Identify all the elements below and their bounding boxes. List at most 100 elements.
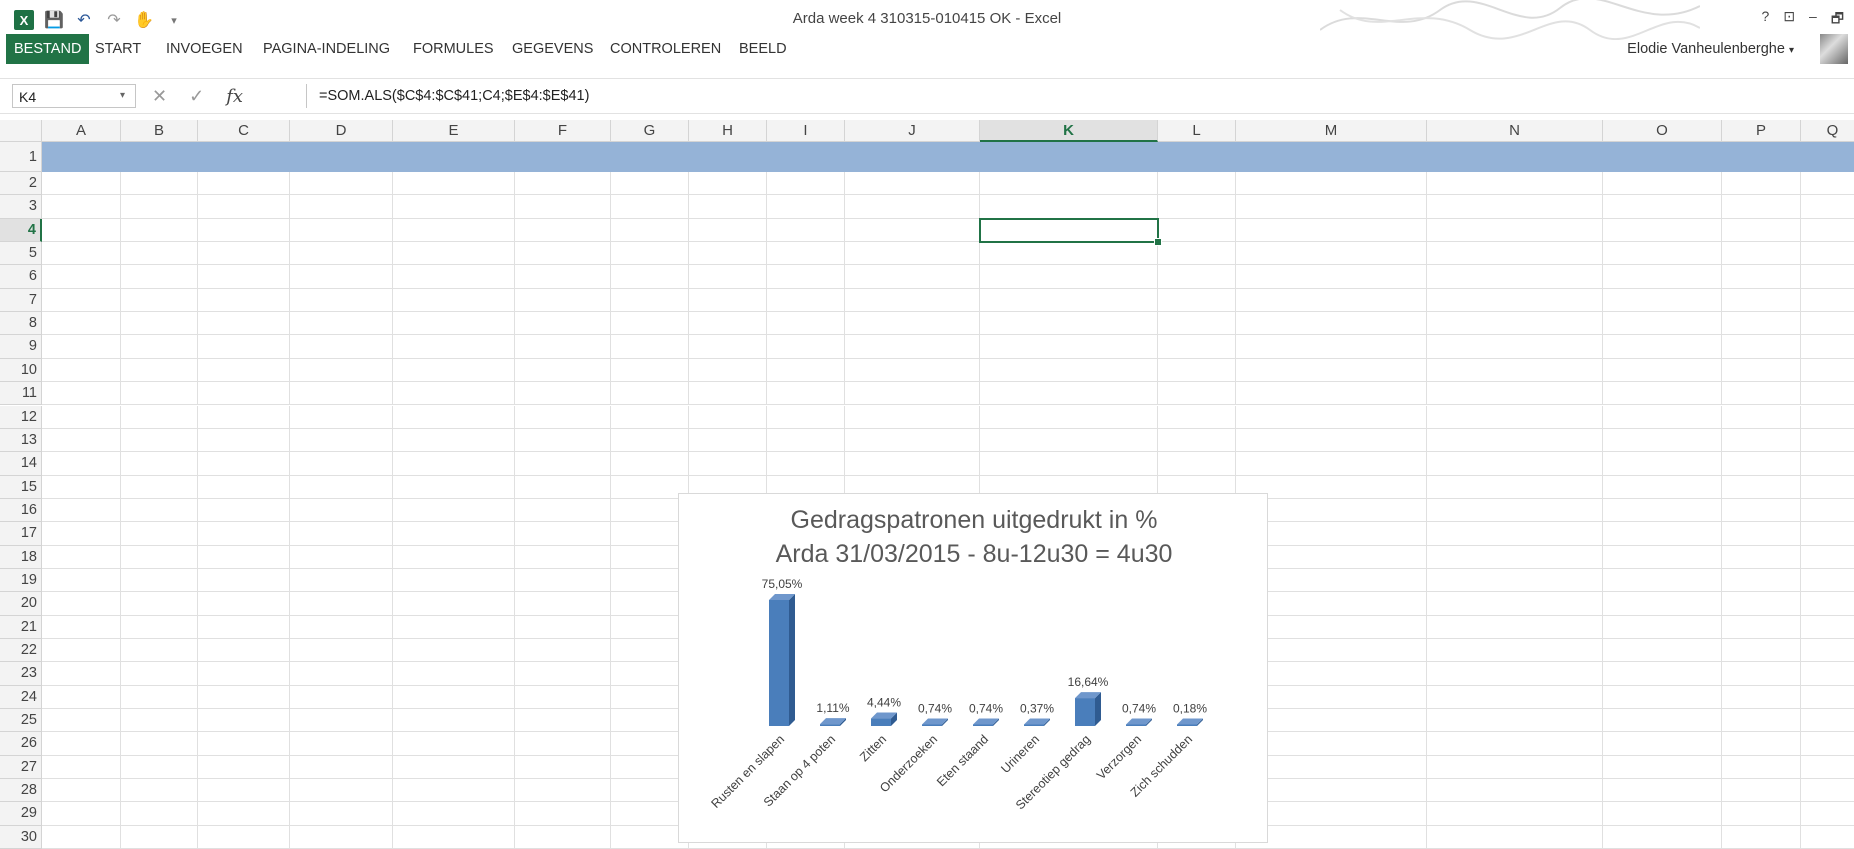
cell[interactable] bbox=[198, 732, 290, 756]
table-cell[interactable] bbox=[1236, 359, 1427, 382]
cell[interactable] bbox=[515, 639, 611, 663]
table-cell[interactable] bbox=[845, 242, 980, 265]
table-cell[interactable] bbox=[42, 429, 121, 452]
table-cell[interactable] bbox=[1722, 359, 1801, 382]
cell[interactable] bbox=[42, 802, 121, 826]
cell[interactable] bbox=[198, 592, 290, 616]
table-cell[interactable] bbox=[42, 265, 121, 288]
cell[interactable] bbox=[1801, 569, 1854, 593]
table-cell[interactable] bbox=[121, 476, 198, 499]
cell[interactable] bbox=[767, 218, 845, 243]
cell[interactable] bbox=[1427, 522, 1603, 546]
table-cell[interactable] bbox=[1722, 406, 1801, 429]
cell[interactable] bbox=[767, 335, 845, 359]
column-header-f[interactable]: F bbox=[515, 120, 611, 142]
table-cell[interactable] bbox=[290, 219, 393, 242]
user-account[interactable]: Elodie Vanheulenberghe ▾ bbox=[1627, 41, 1794, 57]
table-cell[interactable] bbox=[198, 429, 290, 452]
cell[interactable] bbox=[1427, 662, 1603, 686]
cell[interactable] bbox=[1801, 265, 1854, 289]
cell[interactable] bbox=[689, 265, 767, 289]
cell[interactable] bbox=[1427, 452, 1603, 476]
name-box[interactable]: K4 bbox=[12, 84, 136, 108]
table-cell[interactable] bbox=[980, 382, 1158, 405]
cell[interactable] bbox=[393, 172, 515, 196]
tab-gegevens[interactable]: GEGEVENS bbox=[504, 34, 601, 64]
table-cell[interactable] bbox=[393, 312, 515, 335]
cell[interactable] bbox=[42, 615, 121, 639]
cell[interactable] bbox=[1722, 709, 1801, 733]
column-header-o[interactable]: O bbox=[1603, 120, 1722, 142]
row-header-26[interactable]: 26 bbox=[0, 732, 42, 756]
cell[interactable] bbox=[767, 172, 845, 196]
table-cell[interactable] bbox=[290, 476, 393, 499]
column-header-j[interactable]: J bbox=[845, 120, 980, 142]
cell[interactable] bbox=[1427, 825, 1603, 849]
minimize-icon[interactable]: – bbox=[1809, 8, 1817, 32]
cell[interactable] bbox=[1722, 779, 1801, 803]
cell[interactable] bbox=[42, 639, 121, 663]
cell[interactable] bbox=[1603, 825, 1722, 849]
enter-icon[interactable]: ✓ bbox=[189, 86, 204, 107]
table-cell[interactable] bbox=[393, 242, 515, 265]
column-label[interactable] bbox=[121, 195, 198, 218]
cell[interactable] bbox=[611, 195, 689, 219]
cell[interactable] bbox=[198, 522, 290, 546]
cell[interactable] bbox=[1603, 195, 1722, 219]
cell-e19[interactable] bbox=[393, 569, 515, 592]
column-header-p[interactable]: P bbox=[1722, 120, 1801, 142]
table-cell[interactable] bbox=[845, 406, 980, 429]
cell[interactable] bbox=[1801, 406, 1854, 429]
cell[interactable] bbox=[1427, 358, 1603, 383]
table-cell[interactable] bbox=[198, 265, 290, 288]
cell[interactable] bbox=[515, 592, 611, 616]
cell[interactable] bbox=[198, 709, 290, 733]
table-cell[interactable] bbox=[1603, 359, 1722, 382]
table-cell[interactable] bbox=[42, 219, 121, 242]
table-cell[interactable] bbox=[980, 219, 1158, 242]
cell[interactable] bbox=[1158, 452, 1236, 476]
cell[interactable] bbox=[121, 568, 198, 593]
row-header-4[interactable]: 4 bbox=[0, 218, 42, 243]
cell[interactable] bbox=[1801, 732, 1854, 756]
table-cell[interactable] bbox=[121, 242, 198, 265]
cell[interactable] bbox=[290, 802, 393, 826]
cell[interactable] bbox=[1236, 172, 1427, 196]
cell[interactable] bbox=[515, 452, 611, 476]
cell[interactable] bbox=[611, 172, 689, 196]
table-cell[interactable] bbox=[198, 359, 290, 382]
cell[interactable] bbox=[290, 545, 393, 569]
chevron-down-icon[interactable]: ▾ bbox=[120, 84, 125, 108]
cell[interactable] bbox=[290, 755, 393, 780]
cell[interactable] bbox=[1801, 709, 1854, 733]
cell[interactable] bbox=[1427, 195, 1603, 219]
column-label[interactable] bbox=[42, 195, 121, 218]
table-cell[interactable] bbox=[845, 359, 980, 382]
cell[interactable] bbox=[1801, 686, 1854, 710]
table-cell[interactable] bbox=[980, 289, 1158, 312]
table-cell[interactable] bbox=[1158, 382, 1236, 405]
cell[interactable] bbox=[121, 662, 198, 686]
table-cell[interactable] bbox=[1236, 219, 1427, 242]
cell[interactable] bbox=[611, 312, 689, 336]
table-cell[interactable] bbox=[121, 289, 198, 312]
cell[interactable] bbox=[121, 732, 198, 756]
cell[interactable] bbox=[1801, 779, 1854, 803]
row-header-24[interactable]: 24 bbox=[0, 685, 42, 710]
table-cell[interactable] bbox=[121, 359, 198, 382]
cell[interactable] bbox=[42, 662, 121, 686]
cell[interactable] bbox=[515, 265, 611, 289]
cell[interactable] bbox=[611, 218, 689, 243]
row-header-3[interactable]: 3 bbox=[0, 195, 42, 219]
table-cell[interactable] bbox=[121, 499, 198, 522]
table-cell[interactable] bbox=[393, 335, 515, 358]
row-header-14[interactable]: 14 bbox=[0, 452, 42, 476]
table-cell[interactable] bbox=[290, 242, 393, 265]
table-cell[interactable] bbox=[1603, 242, 1722, 265]
cell[interactable] bbox=[515, 755, 611, 780]
row-header-18[interactable]: 18 bbox=[0, 545, 42, 569]
cell[interactable] bbox=[1236, 428, 1427, 453]
cell-c19[interactable] bbox=[198, 569, 290, 592]
cell[interactable] bbox=[1801, 826, 1854, 849]
table-cell[interactable] bbox=[42, 406, 121, 429]
